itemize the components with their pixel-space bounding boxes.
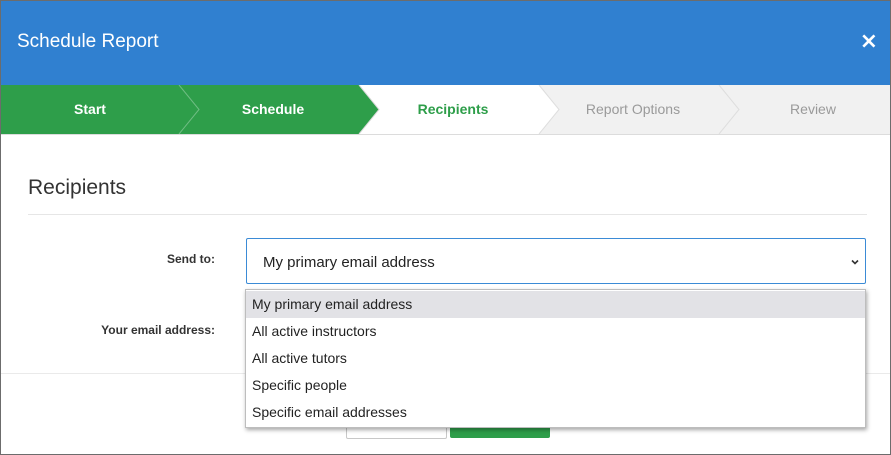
wizard-step-schedule[interactable]: Schedule — [184, 101, 362, 117]
chevron-down-icon — [851, 259, 859, 265]
dropdown-option[interactable]: My primary email address — [246, 291, 865, 318]
schedule-report-modal: Schedule Report × Start Schedule Recipie… — [0, 0, 891, 455]
dropdown-option[interactable]: All active instructors — [246, 318, 865, 345]
modal-header: Schedule Report × — [1, 1, 890, 85]
modal-title: Schedule Report — [17, 31, 159, 52]
section-title: Recipients — [28, 176, 127, 199]
wizard-steps: Start Schedule Recipients Report Options… — [1, 85, 890, 135]
dropdown-option[interactable]: All active tutors — [246, 345, 865, 372]
send-to-select-value: My primary email address — [263, 254, 435, 271]
email-address-label: Your email address: — [101, 323, 215, 337]
dropdown-option[interactable]: Specific email addresses — [246, 399, 865, 426]
wizard-step-review[interactable]: Review — [724, 101, 890, 117]
dropdown-option[interactable]: Specific people — [246, 372, 865, 399]
section-divider — [28, 214, 867, 215]
close-icon[interactable]: × — [860, 31, 878, 53]
send-to-dropdown-list: My primary email address All active inst… — [245, 289, 866, 428]
send-to-select[interactable]: My primary email address — [246, 238, 866, 284]
wizard-step-recipients[interactable]: Recipients — [364, 101, 542, 117]
send-to-label: Send to: — [167, 252, 215, 266]
wizard-step-start[interactable]: Start — [1, 101, 179, 117]
wizard-step-report-options[interactable]: Report Options — [544, 101, 722, 117]
